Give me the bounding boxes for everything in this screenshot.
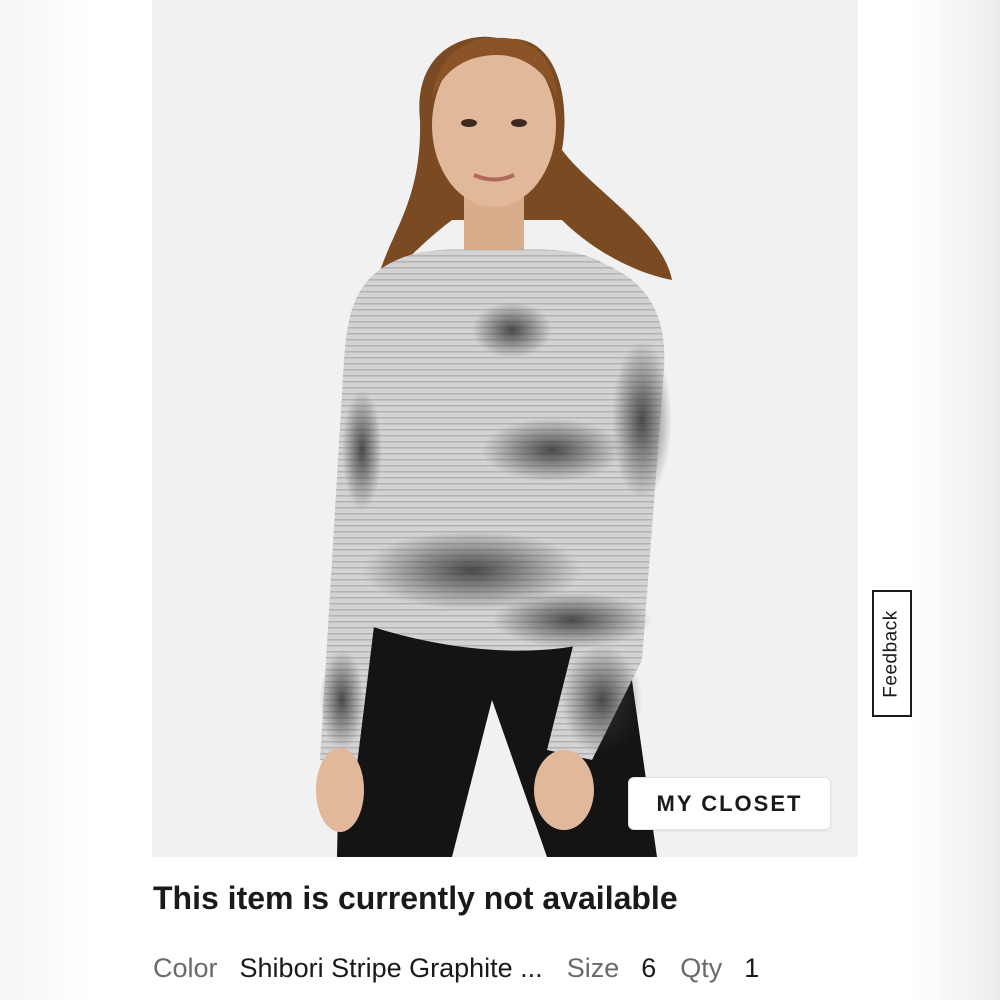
color-label: Color (153, 952, 218, 983)
availability-message: This item is currently not available (153, 880, 678, 916)
size-value: 6 (641, 952, 657, 983)
product-photo-illustration (152, 0, 858, 857)
product-photo (152, 0, 858, 857)
right-edge-shade (910, 0, 1000, 1000)
qty-value: 1 (744, 952, 760, 983)
size-label: Size (566, 952, 620, 983)
qty-label: Qty (680, 952, 723, 983)
left-edge-shade (0, 0, 90, 1000)
item-details-row: Color Shibori Stripe Graphite ... Size 6… (153, 948, 759, 988)
feedback-tab[interactable]: Feedback (872, 590, 912, 717)
my-closet-button[interactable]: MY CLOSET (628, 777, 831, 830)
product-page: MY CLOSET Feedback This item is currentl… (0, 0, 1000, 1000)
my-closet-label: MY CLOSET (656, 790, 803, 816)
color-value: Shibori Stripe Graphite ... (239, 952, 543, 983)
feedback-label: Feedback (881, 609, 903, 698)
